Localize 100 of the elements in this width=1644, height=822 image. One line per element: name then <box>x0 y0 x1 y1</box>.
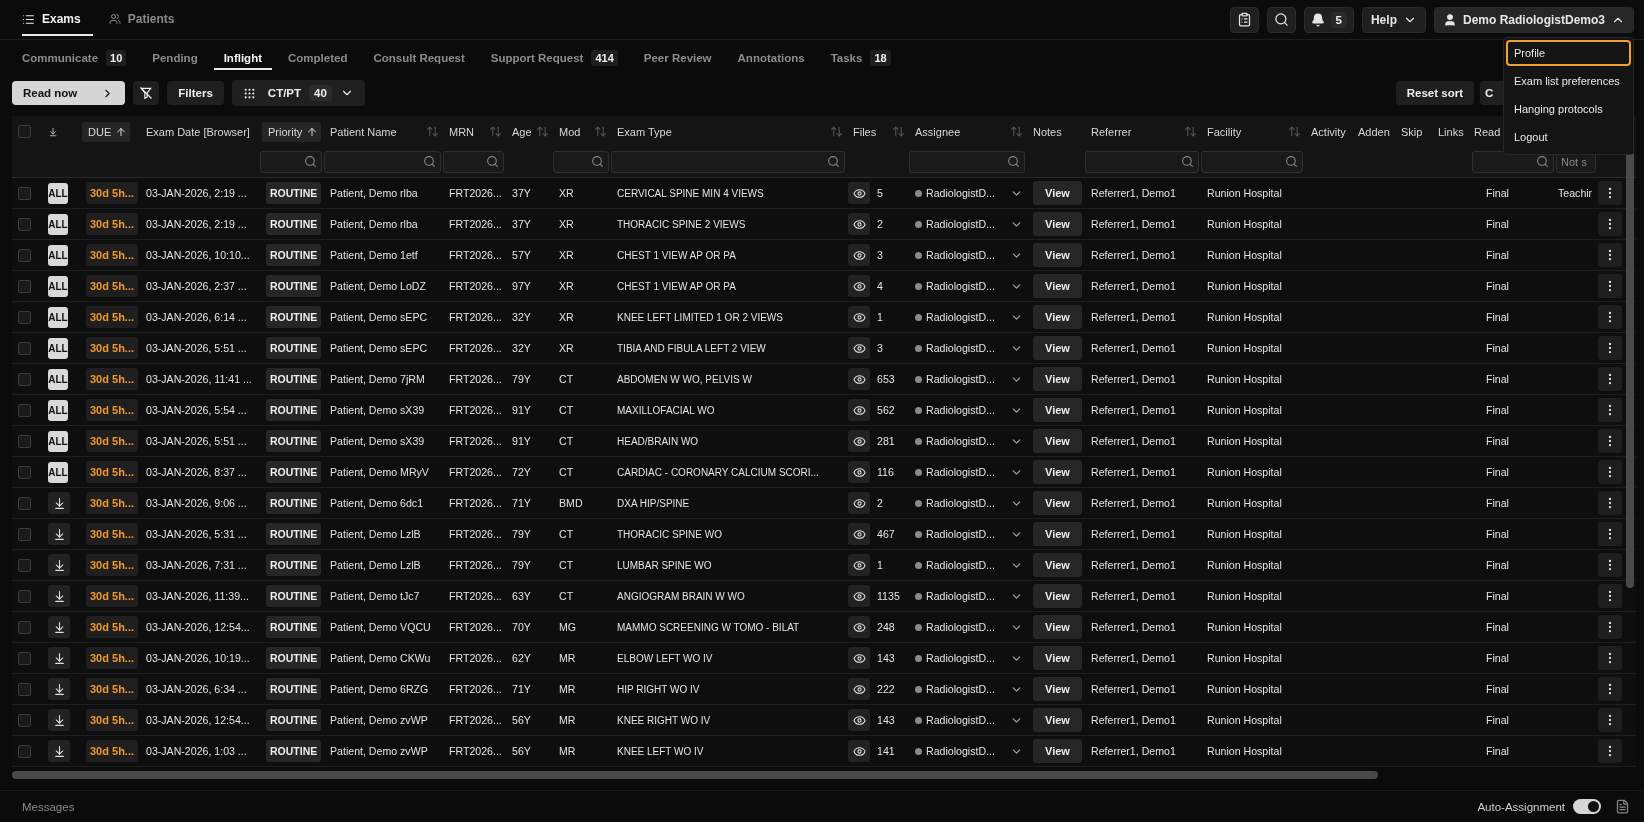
row-checkbox[interactable] <box>18 279 31 293</box>
preview-button[interactable] <box>848 585 870 607</box>
more-button[interactable] <box>1598 305 1622 329</box>
assignee-dropdown[interactable]: RadiologistD... <box>915 527 1023 541</box>
view-notes-button[interactable]: View <box>1033 615 1082 639</box>
preview-button[interactable] <box>848 213 870 235</box>
assignee-dropdown[interactable]: RadiologistD... <box>915 589 1023 603</box>
view-notes-button[interactable]: View <box>1033 336 1082 360</box>
view-notes-button[interactable]: View <box>1033 181 1082 205</box>
download-button[interactable] <box>48 492 70 514</box>
filter-field[interactable] <box>611 151 845 173</box>
row-checkbox[interactable] <box>18 434 31 448</box>
view-notes-button[interactable]: View <box>1033 398 1082 422</box>
row-checkbox[interactable] <box>18 744 31 758</box>
more-button[interactable] <box>1598 336 1622 360</box>
download-button[interactable] <box>48 678 70 700</box>
row-checkbox[interactable] <box>18 527 31 541</box>
row-checkbox[interactable] <box>18 558 31 572</box>
assignee-dropdown[interactable]: RadiologistD... <box>915 651 1023 665</box>
assignee-dropdown[interactable]: RadiologistD... <box>915 434 1023 448</box>
row-checkbox[interactable] <box>18 620 31 634</box>
modality-dropdown[interactable]: CT/PT 40 <box>231 80 365 106</box>
assignee-dropdown[interactable]: RadiologistD... <box>915 403 1023 417</box>
preview-button[interactable] <box>848 523 870 545</box>
view-notes-button[interactable]: View <box>1033 243 1082 267</box>
more-button[interactable] <box>1598 212 1622 236</box>
preview-button[interactable] <box>848 647 870 669</box>
row-checkbox[interactable] <box>18 651 31 665</box>
user-menu-button[interactable]: Demo RadiologistDemo3 <box>1433 6 1634 33</box>
assignee-dropdown[interactable]: RadiologistD... <box>915 279 1023 293</box>
assignee-dropdown[interactable]: RadiologistD... <box>915 310 1023 324</box>
assignee-dropdown[interactable]: RadiologistD... <box>915 496 1023 510</box>
horizontal-scrollbar[interactable] <box>12 771 1378 779</box>
preview-button[interactable] <box>848 275 870 297</box>
help-button[interactable]: Help <box>1361 6 1426 33</box>
preview-button[interactable] <box>848 306 870 328</box>
row-checkbox[interactable] <box>18 310 31 324</box>
reset-sort-button[interactable]: Reset sort <box>1395 81 1474 105</box>
assignee-dropdown[interactable]: RadiologistD... <box>915 341 1023 355</box>
assignee-dropdown[interactable]: RadiologistD... <box>915 744 1023 758</box>
sort-ascending-icon[interactable] <box>306 125 319 138</box>
more-button[interactable] <box>1598 646 1622 670</box>
more-button[interactable] <box>1598 677 1622 701</box>
assignee-dropdown[interactable]: RadiologistD... <box>915 713 1023 727</box>
auto-assignment-toggle[interactable] <box>1573 799 1601 814</box>
preview-button[interactable] <box>848 399 870 421</box>
preview-button[interactable] <box>848 430 870 452</box>
filter-field[interactable] <box>443 151 504 173</box>
row-checkbox[interactable] <box>18 496 31 510</box>
clear-filters-button[interactable] <box>133 81 160 105</box>
view-notes-button[interactable]: View <box>1033 553 1082 577</box>
more-button[interactable] <box>1598 708 1622 732</box>
filters-button[interactable]: Filters <box>167 81 224 105</box>
assignee-dropdown[interactable]: RadiologistD... <box>915 248 1023 262</box>
filter-field[interactable] <box>260 151 322 173</box>
assignee-dropdown[interactable]: RadiologistD... <box>915 217 1023 231</box>
filter-field[interactable] <box>909 151 1025 173</box>
download-button[interactable] <box>48 740 70 762</box>
preview-button[interactable] <box>848 244 870 266</box>
more-button[interactable] <box>1598 181 1622 205</box>
preview-button[interactable] <box>848 368 870 390</box>
assignee-dropdown[interactable]: RadiologistD... <box>915 186 1023 200</box>
view-notes-button[interactable]: View <box>1033 212 1082 236</box>
document-icon[interactable] <box>1615 799 1630 814</box>
row-checkbox[interactable] <box>18 186 31 200</box>
preview-button[interactable] <box>848 492 870 514</box>
view-notes-button[interactable]: View <box>1033 739 1082 763</box>
download-button[interactable] <box>48 709 70 731</box>
worklist-tab[interactable]: Peer Review <box>643 46 712 70</box>
preview-button[interactable] <box>848 337 870 359</box>
view-notes-button[interactable]: View <box>1033 460 1082 484</box>
worklist-tab[interactable]: Annotations <box>737 46 805 70</box>
more-button[interactable] <box>1598 553 1622 577</box>
filter-field[interactable] <box>1201 151 1303 173</box>
assignee-dropdown[interactable]: RadiologistD... <box>915 372 1023 386</box>
row-checkbox[interactable] <box>18 713 31 727</box>
view-notes-button[interactable]: View <box>1033 491 1082 515</box>
menu-item[interactable]: Hanging protocols <box>1506 96 1631 122</box>
preview-button[interactable] <box>848 182 870 204</box>
preview-button[interactable] <box>848 461 870 483</box>
worklist-tab[interactable]: Consult Request <box>373 46 465 70</box>
download-button[interactable] <box>48 616 70 638</box>
worklist-tab[interactable]: Tasks 18 <box>830 44 891 72</box>
row-checkbox[interactable] <box>18 465 31 479</box>
worklist-tab[interactable]: Completed <box>288 46 348 70</box>
assignee-dropdown[interactable]: RadiologistD... <box>915 620 1023 634</box>
filter-field[interactable] <box>1085 151 1199 173</box>
more-button[interactable] <box>1598 460 1622 484</box>
worklist-tab[interactable]: Pending <box>152 46 198 70</box>
filter-field[interactable] <box>324 151 441 173</box>
more-button[interactable] <box>1598 584 1622 608</box>
view-notes-button[interactable]: View <box>1033 367 1082 391</box>
sorted-column-header[interactable]: Priority <box>262 121 322 142</box>
vertical-scrollbar[interactable] <box>1626 152 1634 588</box>
preview-button[interactable] <box>848 616 870 638</box>
row-checkbox[interactable] <box>18 589 31 603</box>
download-button[interactable] <box>48 554 70 576</box>
view-notes-button[interactable]: View <box>1033 677 1082 701</box>
more-button[interactable] <box>1598 398 1622 422</box>
view-notes-button[interactable]: View <box>1033 646 1082 670</box>
